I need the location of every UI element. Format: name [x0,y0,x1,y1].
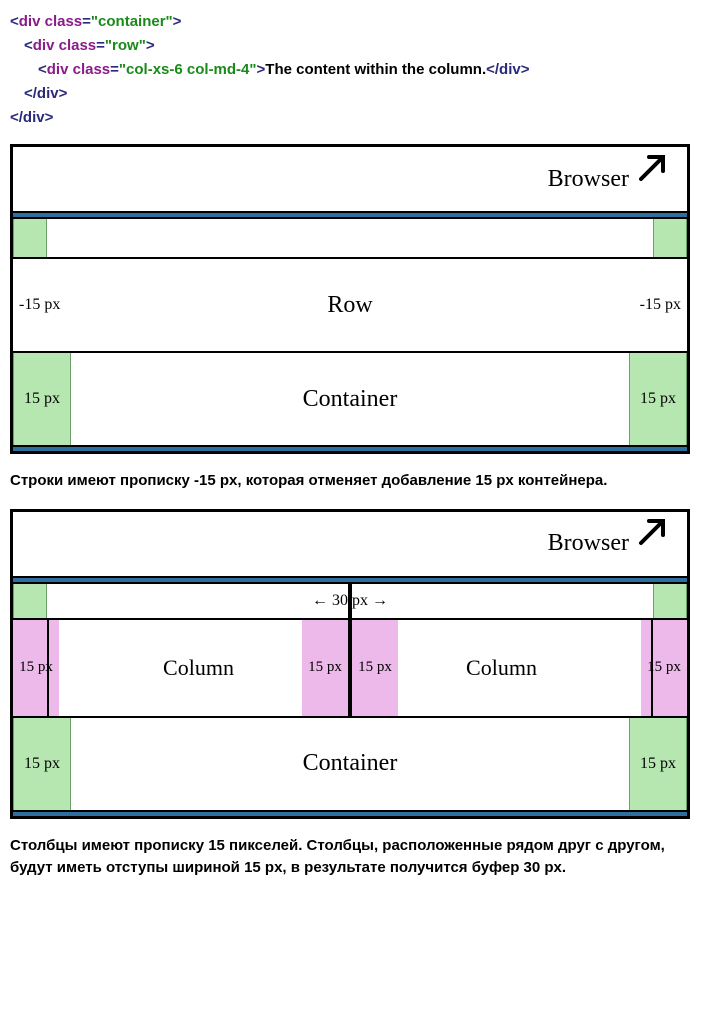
browser-band: Browser [13,147,687,211]
container-top-padding-band [13,217,687,257]
blue-divider [13,810,687,816]
container-pad-left: 15 px [13,353,71,445]
code-line-1: <div class="container"> [10,10,711,34]
browser-band: Browser [13,512,687,576]
row-margin-right-label: -15 px [640,296,681,314]
container-band: 15 px Container 15 px [13,716,687,810]
container-label: Container [303,750,398,777]
code-line-4: </div> [10,82,711,106]
container-pad-right: 15 px [629,718,687,810]
row-band: -15 px Row -15 px [13,257,687,351]
explanation-rows: Строки имеют прописку -15 px, которая от… [10,470,711,493]
blue-divider [13,445,687,451]
browser-label: Browser [548,530,629,557]
container-band: 15 px Container 15 px [13,351,687,445]
container-label: Container [303,386,398,413]
row-margin-left-label: -15 px [19,296,60,314]
padding-block-right [653,219,687,257]
container-pad-right: 15 px [629,353,687,445]
arrow-left-icon: ← [312,592,328,610]
arrow-up-right-icon [637,153,667,188]
padding-block-left [13,584,47,618]
explanation-columns: Столбцы имеют прописку 15 пикселей. Стол… [10,835,711,880]
code-line-5: </div> [10,106,711,130]
code-line-2: <div class="row"> [10,34,711,58]
browser-label: Browser [548,166,629,193]
arrow-up-right-icon [637,517,667,552]
arrow-right-icon: → [372,592,388,610]
container-pad-left: 15 px [13,718,71,810]
padding-block-right [653,584,687,618]
columns-band: 15 px 15 px Column 15 px 15 px Column [13,618,687,716]
column-label: Column [466,655,537,681]
code-snippet: <div class="container"> <div class="row"… [10,10,711,130]
column-right: 15 px Column [350,620,653,716]
column-left: Column 15 px [47,620,350,716]
code-line-3: <div class="col-xs-6 col-md-4">The conte… [10,58,711,82]
diagram-row-container: Browser -15 px Row -15 px 15 px Containe… [10,144,690,454]
column-label: Column [163,655,234,681]
padding-block-left [13,219,47,257]
diagram-columns: Browser ← 30 px → 15 px 15 px Column 15 … [10,509,690,819]
col-pad-inner-left: 15 px [302,620,348,716]
row-label: Row [327,292,372,319]
col-pad-inner-right: 15 px [352,620,398,716]
